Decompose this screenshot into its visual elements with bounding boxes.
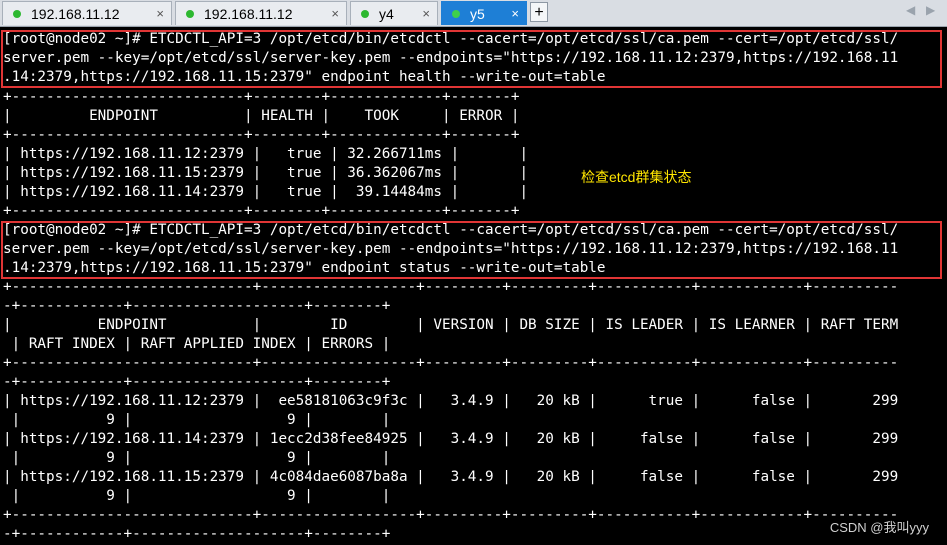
tab-y5[interactable]: y5 × bbox=[441, 1, 527, 25]
prev-tab-icon[interactable]: ◀ bbox=[906, 3, 915, 17]
terminal-line: +----------------------------+----------… bbox=[3, 279, 899, 295]
status-command-highlight bbox=[1, 221, 942, 279]
close-tab-icon[interactable]: × bbox=[156, 2, 164, 26]
tab-label: 192.168.11.12 bbox=[204, 6, 293, 22]
tab-label: y5 bbox=[470, 6, 485, 22]
connection-status-icon bbox=[452, 10, 460, 18]
terminal-line: +----------------------------+----------… bbox=[3, 507, 899, 523]
close-tab-icon[interactable]: × bbox=[422, 2, 430, 26]
terminal-line: | https://192.168.11.12:2379 | ee5818106… bbox=[3, 393, 899, 409]
terminal-line: | https://192.168.11.14:2379 | 1ecc2d38f… bbox=[3, 431, 899, 447]
terminal-line: -+------------+--------------------+----… bbox=[3, 298, 391, 314]
connection-status-icon bbox=[186, 10, 194, 18]
terminal-line: | https://192.168.11.15:2379 | 4c084dae6… bbox=[3, 469, 899, 485]
terminal-line: | 9 | 9 | | bbox=[3, 412, 391, 428]
terminal-line: -+------------+--------------------+----… bbox=[3, 526, 391, 542]
tab-label: y4 bbox=[379, 6, 394, 22]
connection-status-icon bbox=[361, 10, 369, 18]
tab-192-168-11-12-a[interactable]: 192.168.11.12 × bbox=[2, 1, 172, 25]
watermark: CSDN @我叫yyy bbox=[829, 520, 929, 535]
terminal-line: | 9 | 9 | | bbox=[3, 450, 391, 466]
close-tab-icon[interactable]: × bbox=[331, 2, 339, 26]
annotation-label: 检查etcd群集状态 bbox=[581, 169, 692, 185]
close-tab-icon[interactable]: × bbox=[511, 2, 519, 26]
next-tab-icon[interactable]: ▶ bbox=[926, 3, 935, 17]
health-command-highlight bbox=[1, 30, 942, 88]
terminal-line: +----------------------------+----------… bbox=[3, 355, 899, 371]
terminal-line: | ENDPOINT | HEALTH | TOOK | ERROR | bbox=[3, 108, 520, 124]
terminal-line: +---------------------------+--------+--… bbox=[3, 203, 520, 219]
terminal-line: | https://192.168.11.14:2379 | true | 39… bbox=[3, 184, 529, 200]
tab-bar: 192.168.11.12 × 192.168.11.12 × y4 × y5 … bbox=[0, 0, 947, 27]
terminal-line: +---------------------------+--------+--… bbox=[3, 127, 520, 143]
terminal-line: | RAFT INDEX | RAFT APPLIED INDEX | ERRO… bbox=[3, 336, 391, 352]
tab-192-168-11-12-b[interactable]: 192.168.11.12 × bbox=[175, 1, 347, 25]
terminal-line: -+------------+--------------------+----… bbox=[3, 374, 391, 390]
terminal-line: +---------------------------+--------+--… bbox=[3, 89, 520, 105]
terminal-line: | 9 | 9 | | bbox=[3, 488, 391, 504]
tab-label: 192.168.11.12 bbox=[31, 6, 120, 22]
connection-status-icon bbox=[13, 10, 21, 18]
terminal-line: | https://192.168.11.12:2379 | true | 32… bbox=[3, 146, 529, 162]
terminal[interactable]: [root@node02 ~]# ETCDCTL_API=3 /opt/etcd… bbox=[0, 27, 947, 545]
terminal-line: | ENDPOINT | ID | VERSION | DB SIZE | IS… bbox=[3, 317, 899, 333]
tab-y4[interactable]: y4 × bbox=[350, 1, 438, 25]
add-tab-button[interactable]: + bbox=[530, 2, 548, 22]
terminal-line: | https://192.168.11.15:2379 | true | 36… bbox=[3, 165, 529, 181]
